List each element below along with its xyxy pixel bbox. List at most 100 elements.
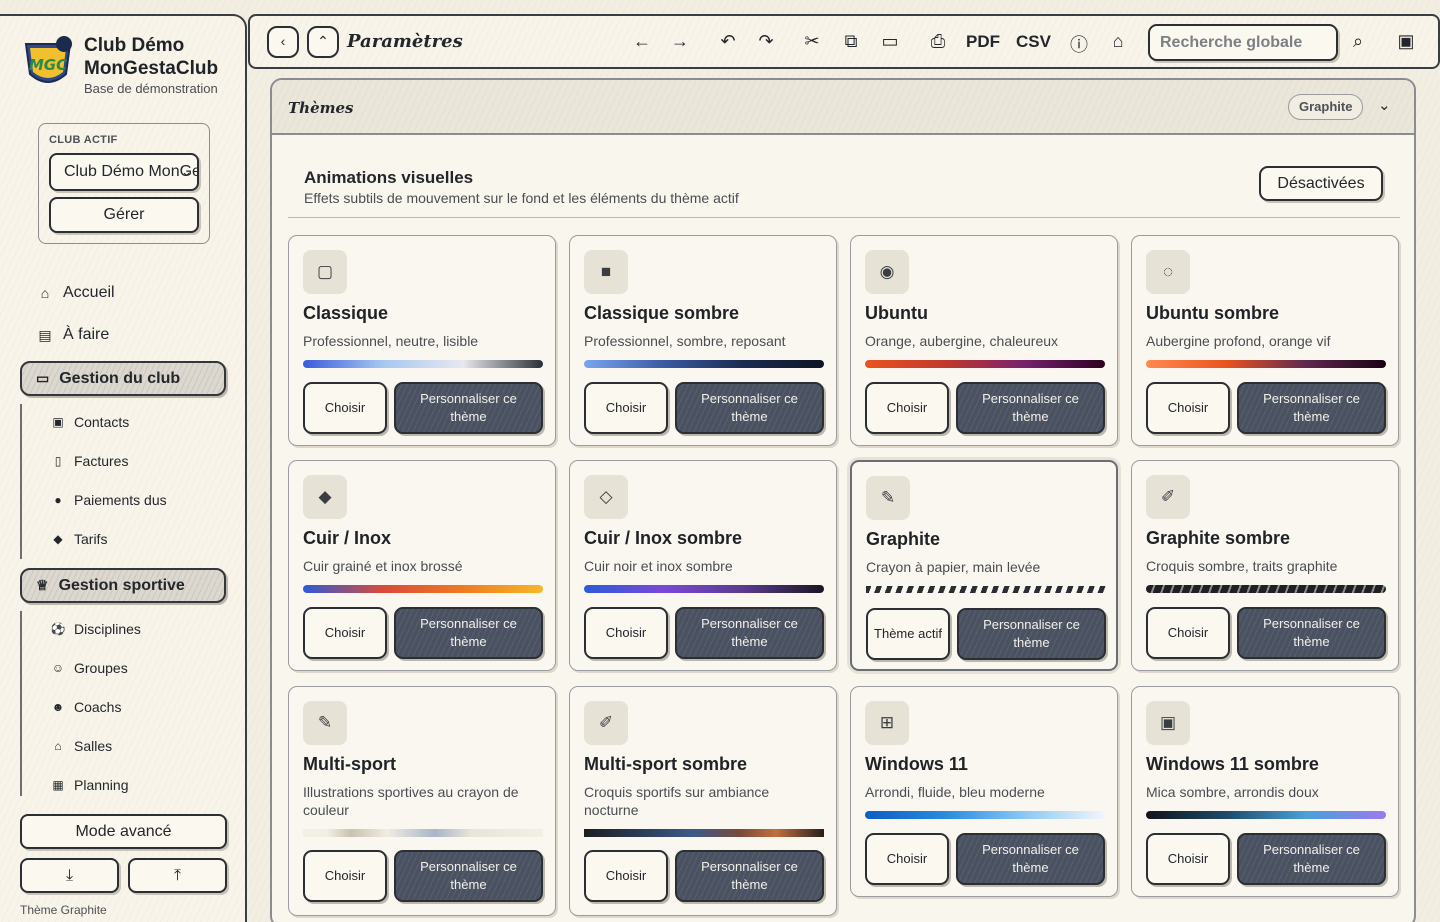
theme-description: Croquis sportifs sur ambiance nocturne [584, 784, 770, 818]
theme-description: Orange, aubergine, chaleureux [865, 333, 1059, 349]
nav-item-groups[interactable]: ☺ Groupes [50, 660, 128, 676]
customize-theme-button[interactable]: Personnaliser ce thème [956, 833, 1105, 885]
customize-theme-button[interactable]: Personnaliser ce thème [675, 607, 824, 659]
copy-icon[interactable]: ⧉ [839, 31, 863, 52]
manage-club-button[interactable]: Gérer [49, 197, 199, 233]
theme-name: Graphite sombre [1146, 528, 1291, 548]
nav-item-label: Coachs [74, 699, 122, 715]
help-icon[interactable]: ⓘ [1067, 31, 1091, 57]
choose-theme-button[interactable]: Choisir [865, 382, 949, 434]
theme-name: Graphite [866, 529, 941, 549]
eraser-icon: ✐ [584, 701, 628, 745]
group-icon: ☺ [51, 661, 65, 675]
active-club-select[interactable]: Club Démo MonGestaClub ⌄ [49, 153, 199, 191]
theme-description: Cuir grainé et inox brossé [303, 558, 463, 574]
active-theme-button[interactable]: Thème actif [866, 608, 950, 660]
nav-item-prices[interactable]: ◆ Tarifs [50, 531, 107, 547]
theme-description: Crayon à papier, main levée [866, 559, 1041, 575]
theme-card-ubuntu-sombre: ◌ Ubuntu sombre Aubergine profond, orang… [1131, 235, 1399, 446]
tree-line [20, 404, 22, 559]
choose-theme-button[interactable]: Choisir [1146, 833, 1230, 885]
nav-item-disciplines[interactable]: ⚽ Disciplines [50, 621, 141, 637]
nav-item-planning[interactable]: ▦ Planning [50, 777, 128, 793]
theme-color-bar [584, 360, 824, 368]
export-csv-button[interactable]: CSV [1016, 32, 1051, 52]
nav-item-coaches[interactable]: ☻ Coachs [50, 699, 122, 715]
theme-color-bar [584, 829, 824, 837]
global-search-input[interactable]: Recherche globale [1148, 24, 1338, 61]
theme-color-bar [584, 585, 824, 593]
themes-panel-header[interactable]: Thèmes Graphite ⌄ [272, 80, 1414, 135]
customize-theme-button[interactable]: Personnaliser ce thème [394, 607, 543, 659]
chevron-down-icon[interactable]: ⌄ [1378, 96, 1391, 114]
choose-theme-button[interactable]: Choisir [303, 850, 387, 902]
cut-icon[interactable]: ✂ [800, 31, 824, 52]
animations-toggle-button[interactable]: Désactivées [1259, 166, 1383, 201]
nav-item-label: Accueil [63, 284, 115, 301]
calendar-icon: ▦ [52, 778, 64, 792]
sidebar: MGC Club Démo MonGestaClub Base de démon… [0, 14, 247, 922]
customize-theme-button[interactable]: Personnaliser ce thème [956, 382, 1105, 434]
search-icon[interactable]: ⌕ [1346, 31, 1370, 52]
scroll-top-button[interactable]: ⌃ [307, 26, 339, 58]
theme-color-bar [303, 360, 543, 368]
nav-item-home[interactable]: ⌂ Accueil [36, 284, 115, 302]
export-pdf-button[interactable]: PDF [966, 32, 1000, 52]
customize-theme-button[interactable]: Personnaliser ce thème [675, 850, 824, 902]
theme-card-windows-11-sombre: ▣ Windows 11 sombre Mica sombre, arrondi… [1131, 686, 1399, 897]
trophy-icon: ♕ [36, 577, 49, 593]
paste-icon[interactable]: ▭ [878, 31, 902, 52]
active-club-box: CLUB ACTIF Club Démo MonGestaClub ⌄ Gére… [38, 123, 210, 244]
theme-description: Croquis sombre, traits graphite [1146, 558, 1338, 574]
nav-group-sport[interactable]: ♕ Gestion sportive [20, 568, 226, 603]
print-icon[interactable]: ⎙ [926, 31, 950, 52]
nav-group-club[interactable]: ▭ Gestion du club [20, 361, 226, 396]
customize-theme-button[interactable]: Personnaliser ce thème [394, 850, 543, 902]
theme-description: Cuir noir et inox sombre [584, 558, 733, 574]
nav-item-contacts[interactable]: ▣ Contacts [50, 414, 129, 430]
choose-theme-button[interactable]: Choisir [1146, 607, 1230, 659]
brand[interactable]: MGC Club Démo MonGestaClub Base de démon… [20, 34, 218, 96]
customize-theme-button[interactable]: Personnaliser ce thème [1237, 382, 1386, 434]
nav-item-label: Salles [74, 738, 113, 754]
undo-icon[interactable]: ↶ [716, 31, 740, 52]
customize-theme-button[interactable]: Personnaliser ce thème [957, 608, 1106, 660]
redo-icon[interactable]: ↷ [754, 31, 778, 52]
theme-card-multi-sport: ✎ Multi-sport Illustrations sportives au… [288, 686, 556, 916]
nav-item-invoices[interactable]: ▯ Factures [50, 453, 129, 469]
collapse-sidebar-button[interactable]: ‹ [267, 26, 299, 58]
save-icon[interactable]: ▣ [1394, 31, 1418, 52]
ball-icon: ⚽ [50, 622, 66, 636]
nav-item-label: Factures [74, 453, 129, 469]
choose-theme-button[interactable]: Choisir [1146, 382, 1230, 434]
customize-theme-button[interactable]: Personnaliser ce thème [1237, 607, 1386, 659]
customize-theme-button[interactable]: Personnaliser ce thème [1237, 833, 1386, 885]
advanced-mode-button[interactable]: Mode avancé [20, 814, 227, 849]
customize-theme-button[interactable]: Personnaliser ce thème [394, 382, 543, 434]
choose-theme-button[interactable]: Choisir [584, 607, 668, 659]
nav-item-rooms[interactable]: ⌂ Salles [50, 738, 112, 754]
choose-theme-button[interactable]: Choisir [584, 382, 668, 434]
upload-icon: ⤒ [173, 867, 182, 884]
nav-item-due-payments[interactable]: ● Paiements dus [50, 492, 166, 508]
square-filled-icon: ■ [584, 250, 628, 294]
page-title: Paramètres [347, 31, 463, 52]
upload-button[interactable]: ⤒ [128, 858, 227, 893]
back-icon[interactable]: ← [630, 31, 654, 52]
graduation-cap-icon[interactable]: ⌂ [1106, 31, 1130, 52]
choose-theme-button[interactable]: Choisir [584, 850, 668, 902]
brand-name-line2: MonGestaClub [84, 58, 219, 79]
club-logo: MGC [24, 36, 72, 83]
choose-theme-button[interactable]: Choisir [865, 833, 949, 885]
theme-name: Cuir / Inox sombre [584, 528, 743, 548]
customize-theme-button[interactable]: Personnaliser ce thème [675, 382, 824, 434]
theme-color-bar [865, 360, 1105, 368]
forward-icon[interactable]: → [668, 31, 692, 52]
windows-grid-icon: ⊞ [865, 701, 909, 745]
choose-theme-button[interactable]: Choisir [303, 382, 387, 434]
choose-theme-button[interactable]: Choisir [303, 607, 387, 659]
nav-item-todo[interactable]: ▤ À faire [36, 326, 109, 344]
contact-card-icon: ▣ [52, 415, 64, 429]
download-button[interactable]: ⤓ [20, 858, 119, 893]
pencil-icon: ✎ [866, 476, 910, 520]
